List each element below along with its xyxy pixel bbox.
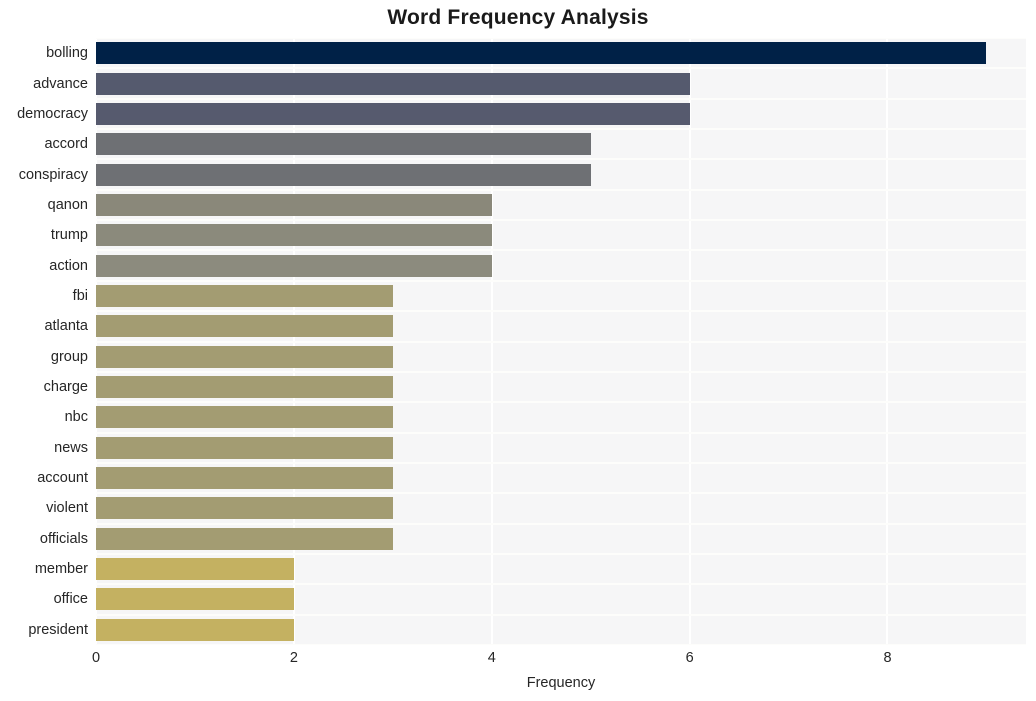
y-axis-tick-label: member bbox=[34, 561, 88, 578]
horizontal-gridline bbox=[96, 492, 1026, 495]
y-axis-tick-label: accord bbox=[44, 136, 88, 153]
bar-fill bbox=[96, 163, 591, 186]
y-axis-tick-label: group bbox=[50, 348, 88, 365]
bar-fill bbox=[96, 497, 393, 520]
horizontal-gridline bbox=[96, 67, 1026, 70]
bar-fill bbox=[96, 102, 690, 125]
bar-fill bbox=[96, 588, 294, 611]
x-axis-tick-label: 4 bbox=[487, 650, 496, 666]
horizontal-gridline bbox=[96, 583, 1026, 586]
y-axis-tick-label: news bbox=[54, 439, 88, 456]
y-axis-tick-label: account bbox=[37, 470, 88, 487]
bar-fill bbox=[96, 133, 591, 156]
bar bbox=[96, 618, 294, 641]
bar bbox=[96, 588, 294, 611]
bar-fill bbox=[96, 345, 393, 368]
bar bbox=[96, 133, 591, 156]
horizontal-gridline bbox=[96, 401, 1026, 404]
y-axis-tick-label: nbc bbox=[64, 409, 88, 426]
bar-fill bbox=[96, 436, 393, 459]
bar-fill bbox=[96, 406, 393, 429]
bar-fill bbox=[96, 315, 393, 338]
y-axis-tick-label: violent bbox=[46, 500, 88, 517]
x-axis-tick-label: 8 bbox=[883, 650, 892, 666]
bar bbox=[96, 406, 393, 429]
horizontal-gridline bbox=[96, 310, 1026, 313]
bar bbox=[96, 558, 294, 581]
bar bbox=[96, 102, 690, 125]
bar-fill bbox=[96, 72, 690, 95]
horizontal-gridline bbox=[96, 97, 1026, 100]
horizontal-gridline bbox=[96, 431, 1026, 434]
horizontal-gridline bbox=[96, 552, 1026, 555]
bar-fill bbox=[96, 376, 393, 399]
horizontal-gridline bbox=[96, 370, 1026, 373]
bar bbox=[96, 527, 393, 550]
bar-fill bbox=[96, 467, 393, 490]
horizontal-gridline bbox=[96, 279, 1026, 282]
bar bbox=[96, 315, 393, 338]
y-axis-tick-label: action bbox=[49, 257, 88, 274]
y-axis-tick-label: democracy bbox=[17, 105, 88, 122]
bar bbox=[96, 42, 987, 65]
bar bbox=[96, 163, 591, 186]
y-axis-tick-label: fbi bbox=[72, 287, 88, 304]
bar-fill bbox=[96, 527, 393, 550]
horizontal-gridline bbox=[96, 613, 1026, 616]
horizontal-gridline bbox=[96, 158, 1026, 161]
horizontal-gridline bbox=[96, 340, 1026, 343]
y-axis-tick-label: trump bbox=[50, 227, 88, 244]
bar bbox=[96, 254, 492, 277]
bar bbox=[96, 224, 492, 247]
y-axis-tick-label: conspiracy bbox=[18, 166, 88, 183]
bar bbox=[96, 193, 492, 216]
horizontal-gridline bbox=[96, 38, 1026, 39]
bar-fill bbox=[96, 224, 492, 247]
y-axis-tick-label: atlanta bbox=[44, 318, 88, 335]
bar-fill bbox=[96, 284, 393, 307]
plot-area bbox=[96, 38, 1026, 645]
horizontal-gridline bbox=[96, 461, 1026, 464]
y-axis-tick-label: president bbox=[28, 621, 88, 638]
y-axis-tick-label: charge bbox=[43, 379, 88, 396]
bar-fill bbox=[96, 618, 294, 641]
x-axis-tick-label: 0 bbox=[91, 650, 101, 666]
y-axis-tick-label: office bbox=[53, 591, 88, 608]
bar bbox=[96, 436, 393, 459]
bar bbox=[96, 284, 393, 307]
x-axis-tick-labels: 0 2 4 6 8 bbox=[92, 650, 1026, 672]
y-axis-tick-labels: bolling advance democracy accord conspiracy q… bbox=[0, 38, 88, 645]
horizontal-gridline bbox=[96, 644, 1026, 645]
bar bbox=[96, 497, 393, 520]
y-axis-tick-label: officials bbox=[39, 530, 88, 547]
x-axis-tick-label: 2 bbox=[289, 650, 298, 666]
horizontal-gridline bbox=[96, 128, 1026, 131]
horizontal-gridline bbox=[96, 219, 1026, 222]
bar-fill bbox=[96, 558, 294, 581]
bar-fill bbox=[96, 193, 492, 216]
bar bbox=[96, 72, 690, 95]
horizontal-gridline bbox=[96, 188, 1026, 191]
bar-fill bbox=[96, 42, 987, 65]
horizontal-gridline bbox=[96, 249, 1026, 252]
word-frequency-chart: Word Frequency Analysis bolling advance de… bbox=[0, 0, 1036, 701]
chart-title: Word Frequency Analysis bbox=[387, 6, 649, 29]
x-axis-tick-label: 6 bbox=[685, 650, 694, 666]
y-axis-tick-label: qanon bbox=[47, 196, 88, 213]
bar bbox=[96, 467, 393, 490]
y-axis-tick-label: advance bbox=[33, 75, 88, 92]
bar bbox=[96, 376, 393, 399]
bar bbox=[96, 345, 393, 368]
bar-fill bbox=[96, 254, 492, 277]
horizontal-gridline bbox=[96, 522, 1026, 525]
y-axis-tick-label: bolling bbox=[46, 45, 88, 62]
x-axis-title: Frequency bbox=[526, 675, 596, 691]
